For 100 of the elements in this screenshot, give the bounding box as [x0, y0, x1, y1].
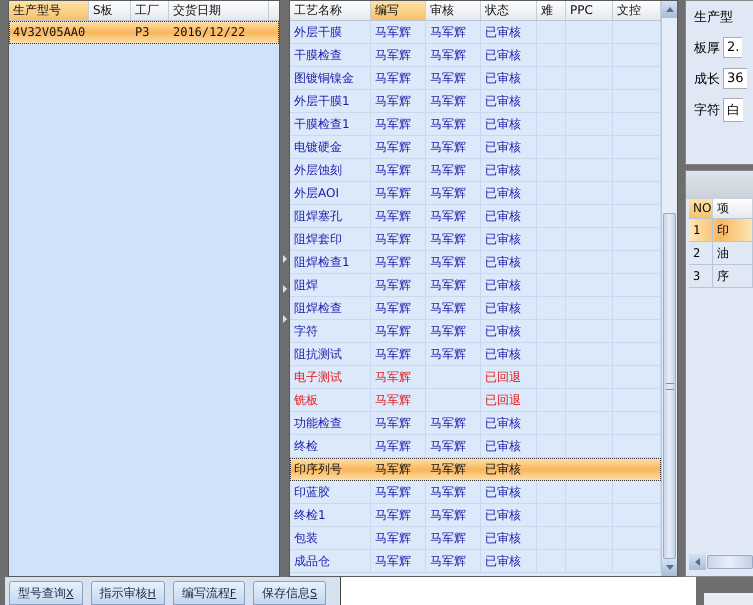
- scroll-up-button[interactable]: [662, 1, 677, 18]
- table-row[interactable]: 阻焊检查 马军辉 马军辉 已审核: [290, 297, 661, 320]
- table-cell: 已审核: [485, 554, 521, 568]
- table-cell: 阻焊: [294, 278, 318, 292]
- table-cell: 马军辉: [375, 485, 411, 499]
- column-header[interactable]: 项: [713, 199, 753, 218]
- scroll-down-button[interactable]: [662, 559, 677, 576]
- scroll-left-button[interactable]: [689, 554, 706, 570]
- table-cell: 已审核: [485, 186, 521, 200]
- table-row[interactable]: 阻焊塞孔 马军辉 马军辉 已审核: [290, 205, 661, 228]
- table-row[interactable]: 外层干膜 马军辉 马军辉 已审核: [290, 21, 661, 44]
- table-cell: 马军辉: [375, 301, 411, 315]
- scroll-thumb[interactable]: [663, 213, 676, 559]
- table-row[interactable]: 外层蚀刻 马军辉 马军辉 已审核: [290, 159, 661, 182]
- table-row[interactable]: 图镀铜镍金 马军辉 马军辉 已审核: [290, 67, 661, 90]
- table-cell: 已审核: [485, 301, 521, 315]
- table-cell: 马军辉: [430, 117, 466, 131]
- table-cell: 马军辉: [375, 71, 411, 85]
- field-label: 字符: [694, 102, 720, 118]
- table-cell: 马军辉: [375, 209, 411, 223]
- column-header[interactable]: 状态: [481, 1, 537, 20]
- column-header[interactable]: NO: [689, 199, 713, 218]
- table-row[interactable]: 电镀硬金 马军辉 马军辉 已审核: [290, 136, 661, 159]
- table-row[interactable]: 成品仓 马军辉 马军辉 已审核: [290, 550, 661, 573]
- table-row[interactable]: 2 油: [689, 242, 753, 265]
- toolbar-button[interactable]: 编写流程F: [172, 581, 246, 605]
- table-row[interactable]: 阻焊 马军辉 马军辉 已审核: [290, 274, 661, 297]
- table-cell: 马军辉: [375, 439, 411, 453]
- toolbar-button[interactable]: 型号查询X: [9, 581, 83, 605]
- input-field[interactable]: 36: [723, 68, 747, 89]
- table-cell: 马军辉: [430, 94, 466, 108]
- table-cell: 已回退: [485, 393, 521, 407]
- table-cell: 已审核: [485, 347, 521, 361]
- table-row[interactable]: 功能检查 马军辉 马军辉 已审核: [290, 412, 661, 435]
- column-header[interactable]: 难: [537, 1, 566, 20]
- table-cell: 马军辉: [430, 71, 466, 85]
- table-cell: 已审核: [485, 255, 521, 269]
- table-cell: 已审核: [485, 508, 521, 522]
- table-cell: 马军辉: [375, 416, 411, 430]
- toolbar-button[interactable]: 保存信息S: [253, 581, 326, 605]
- table-row[interactable]: 终检1 马军辉 马军辉 已审核: [290, 504, 661, 527]
- column-header[interactable]: 审核: [426, 1, 481, 20]
- table-cell: 已审核: [485, 485, 521, 499]
- table-row[interactable]: 外层AOI 马军辉 马军辉 已审核: [290, 182, 661, 205]
- table-row[interactable]: 印序列号 马军辉 马军辉 已审核: [290, 458, 661, 481]
- input-field[interactable]: 2.: [723, 37, 742, 58]
- table-row[interactable]: 干膜检查1 马军辉 马军辉 已审核: [290, 113, 661, 136]
- table-row[interactable]: 包装 马军辉 马军辉 已审核: [290, 527, 661, 550]
- scroll-thumb[interactable]: [707, 555, 753, 569]
- table-cell: 终检1: [294, 508, 326, 522]
- table-cell: 外层蚀刻: [294, 163, 342, 177]
- table-row[interactable]: 铣板 马军辉 已回退: [290, 389, 661, 412]
- table-cell: 已审核: [485, 439, 521, 453]
- column-header[interactable]: 编写: [371, 1, 426, 20]
- vertical-scrollbar[interactable]: [661, 1, 677, 576]
- table-row[interactable]: 阻焊检查1 马军辉 马军辉 已审核: [290, 251, 661, 274]
- table-cell: 马军辉: [375, 393, 411, 407]
- table-cell: 成品仓: [294, 554, 330, 568]
- table-row[interactable]: 字符 马军辉 马军辉 已审核: [290, 320, 661, 343]
- table-cell: 已审核: [485, 462, 521, 476]
- input-field[interactable]: 白: [723, 98, 743, 122]
- table-cell: 外层干膜1: [294, 94, 350, 108]
- column-header[interactable]: 生产型号: [9, 1, 89, 20]
- table-row[interactable]: 外层干膜1 马军辉 马军辉 已审核: [290, 90, 661, 113]
- horizontal-scrollbar[interactable]: [689, 554, 753, 570]
- table-cell: 印: [717, 223, 729, 237]
- table-cell: P3: [135, 25, 150, 39]
- table-row[interactable]: 电子测试 马军辉 已回退: [290, 366, 661, 389]
- table-cell: 终检: [294, 439, 318, 453]
- table-cell: 1: [693, 223, 700, 237]
- table-row[interactable]: 阻抗测试 马军辉 马军辉 已审核: [290, 343, 661, 366]
- table-cell: 铣板: [294, 393, 318, 407]
- table-cell: 阻焊塞孔: [294, 209, 342, 223]
- table-row[interactable]: 1 印: [689, 219, 753, 242]
- table-cell: 已审核: [485, 48, 521, 62]
- table-cell: 已回退: [485, 370, 521, 384]
- table-cell: 4V32V05AA0: [13, 25, 86, 39]
- table-cell: 2: [693, 246, 700, 260]
- table-cell: 马军辉: [375, 324, 411, 338]
- table-cell: 马军辉: [430, 347, 466, 361]
- table-cell: 印序列号: [294, 462, 342, 476]
- table-cell: 阻焊检查1: [294, 255, 350, 269]
- table-row[interactable]: 印蓝胶 马军辉 马军辉 已审核: [290, 481, 661, 504]
- table-row[interactable]: 干膜检查 马军辉 马军辉 已审核: [290, 44, 661, 67]
- table-cell: 马军辉: [430, 255, 466, 269]
- table-cell: 马军辉: [430, 278, 466, 292]
- table-row[interactable]: 4V32V05AA0 P3 2016/12/22: [9, 21, 280, 44]
- table-cell: 马军辉: [375, 370, 411, 384]
- table-cell: 马军辉: [375, 140, 411, 154]
- table-row[interactable]: 阻焊套印 马军辉 马军辉 已审核: [290, 228, 661, 251]
- table-cell: 已审核: [485, 209, 521, 223]
- column-header[interactable]: 交货日期: [169, 1, 269, 20]
- table-row[interactable]: 3 序: [689, 265, 753, 288]
- column-header[interactable]: 工厂: [131, 1, 169, 20]
- column-header[interactable]: PPC: [566, 1, 613, 20]
- toolbar-button[interactable]: 指示审核H: [90, 581, 165, 605]
- table-cell: 马军辉: [375, 255, 411, 269]
- table-cell: 已审核: [485, 94, 521, 108]
- table-cell: 已审核: [485, 71, 521, 85]
- column-header[interactable]: S板: [89, 1, 131, 20]
